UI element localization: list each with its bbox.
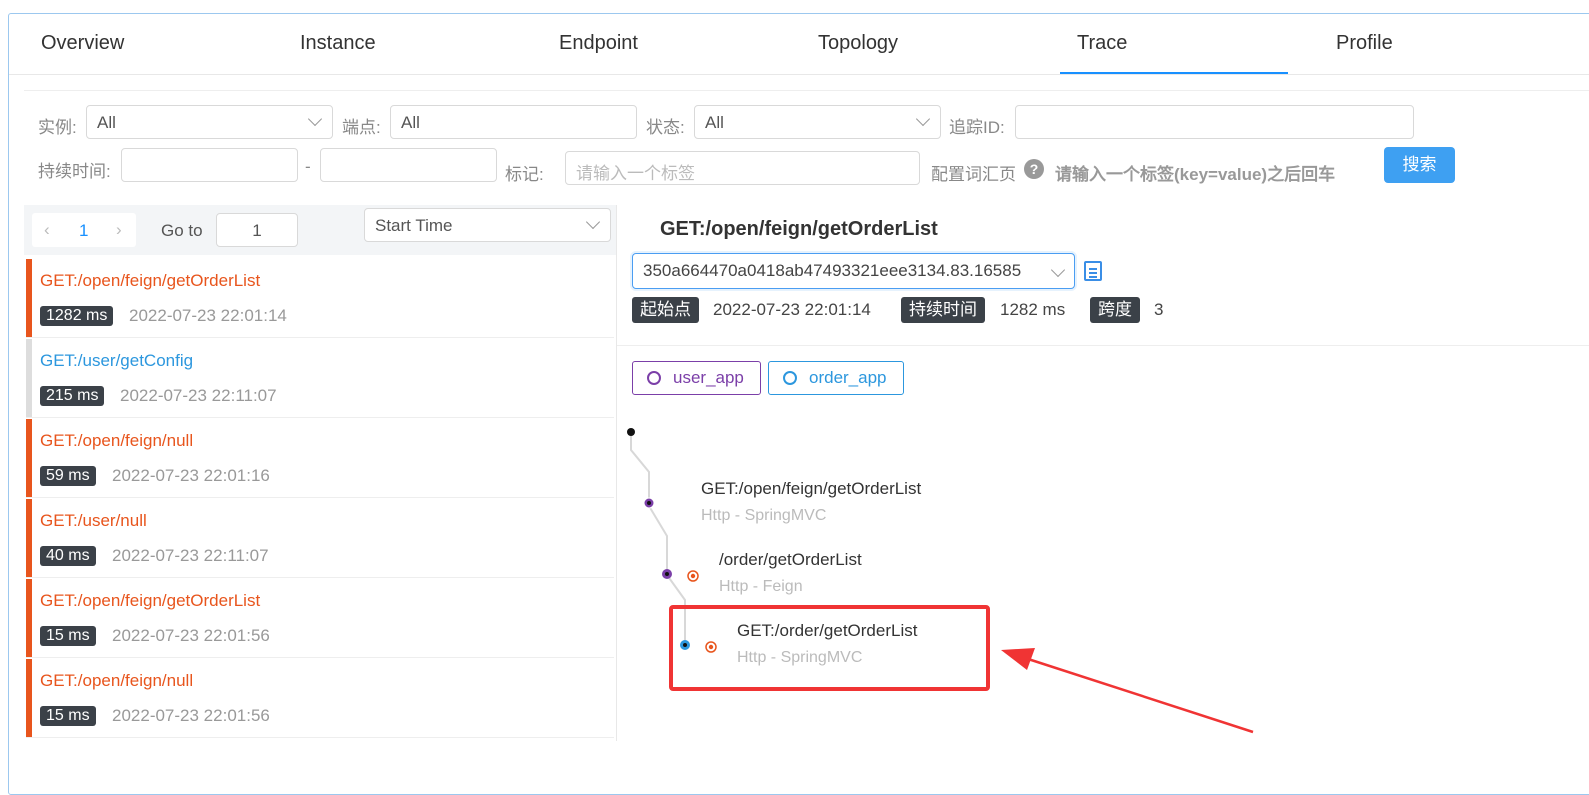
tab-endpoint[interactable]: Endpoint <box>559 32 638 55</box>
annotation-arrow <box>1001 648 1254 734</box>
trace-time: 2022-07-23 22:01:56 <box>112 626 270 645</box>
duration-label: 持续时间: <box>38 162 111 181</box>
search-button[interactable]: 搜索 <box>1384 147 1455 183</box>
prev-page-icon[interactable]: ‹ <box>44 220 50 240</box>
status-bar <box>26 259 32 337</box>
circle-icon <box>783 371 797 385</box>
next-page-icon[interactable]: › <box>116 220 122 240</box>
trace-name: GET:/open/feign/getOrderList <box>40 271 261 290</box>
trace-list-item[interactable]: GET:/open/feign/null 59 ms 2022-07-23 22:0… <box>26 419 614 498</box>
trace-time: 2022-07-23 22:01:56 <box>112 706 270 725</box>
divider <box>617 345 1589 346</box>
status-bar <box>26 339 32 417</box>
nav-tabs: Overview Instance Endpoint Topology Trac… <box>9 14 1589 75</box>
instance-select[interactable]: All <box>86 105 333 139</box>
sort-value: Start Time <box>375 216 453 235</box>
duration-tag: 持续时间 <box>901 297 985 323</box>
duration-min-input[interactable] <box>121 148 298 182</box>
pagination: ‹ 1 › <box>32 213 136 247</box>
trace-time: 2022-07-23 22:01:16 <box>112 466 270 485</box>
span-name[interactable]: /order/getOrderList <box>719 550 862 570</box>
instance-value: All <box>97 113 116 132</box>
span-name[interactable]: GET:/open/feign/getOrderList <box>701 479 921 499</box>
trace-time: 2022-07-23 22:11:07 <box>120 386 277 405</box>
service-name: order_app <box>809 368 887 387</box>
endpoint-input[interactable]: All <box>390 105 637 139</box>
status-select[interactable]: All <box>694 105 941 139</box>
duration-separator: - <box>305 157 311 176</box>
service-legend-order-app[interactable]: order_app <box>768 361 904 395</box>
start-tag: 起始点 <box>632 297 699 323</box>
trace-list-item[interactable]: GET:/open/feign/null 15 ms 2022-07-23 22:0… <box>26 659 614 738</box>
highlight-box <box>669 605 990 691</box>
chevron-down-icon <box>915 111 931 127</box>
chevron-down-icon <box>1050 262 1066 278</box>
trace-name: GET:/open/feign/null <box>40 431 194 450</box>
tab-overview[interactable]: Overview <box>41 32 124 55</box>
tag-placeholder: 请输入一个标签 <box>576 164 695 183</box>
tab-profile[interactable]: Profile <box>1336 32 1393 55</box>
start-value: 2022-07-23 22:01:14 <box>713 300 871 319</box>
trace-select-chevron-bg <box>1045 259 1071 283</box>
trace-list-item[interactable]: GET:/open/feign/getOrderList 1282 ms 2022-… <box>26 259 614 338</box>
status-bar <box>26 579 32 657</box>
trace-id-value: 350a664470a0418ab47493321eee3134.83.1658… <box>643 261 1022 280</box>
goto-input[interactable]: 1 <box>216 213 298 247</box>
span-count-value: 3 <box>1154 300 1164 319</box>
trace-detail-title: GET:/open/feign/getOrderList <box>660 218 938 240</box>
trace-list-item[interactable]: GET:/user/null 40 ms 2022-07-23 22:11:07 <box>26 499 614 578</box>
status-label: 状态: <box>646 118 685 137</box>
root-node <box>627 428 635 436</box>
duration-badge: 15 ms <box>40 626 96 646</box>
instance-label: 实例: <box>38 118 77 137</box>
chevron-down-icon <box>307 111 323 127</box>
tab-topology[interactable]: Topology <box>818 32 898 55</box>
copy-icon[interactable] <box>1084 261 1102 281</box>
duration-badge: 1282 ms <box>40 306 114 326</box>
span-count-tag: 跨度 <box>1090 297 1140 323</box>
trace-time: 2022-07-23 22:11:07 <box>112 546 269 565</box>
duration-badge: 15 ms <box>40 706 96 726</box>
duration-max-input[interactable] <box>320 148 497 182</box>
active-tab-indicator <box>1060 72 1288 74</box>
duration-badge: 215 ms <box>40 386 105 406</box>
trace-name: GET:/user/getConfig <box>40 351 194 370</box>
help-icon[interactable]: ? <box>1024 159 1044 179</box>
circle-icon <box>647 371 661 385</box>
goto-label: Go to <box>161 221 203 240</box>
trace-name: GET:/open/feign/null <box>40 671 194 690</box>
status-bar <box>26 419 32 497</box>
traceid-input[interactable] <box>1015 105 1414 139</box>
config-link[interactable]: 配置词汇页 <box>931 160 1016 185</box>
current-page[interactable]: 1 <box>79 221 88 241</box>
tag-input[interactable]: 请输入一个标签 <box>565 151 920 185</box>
status-bar <box>26 499 32 577</box>
trace-time: 2022-07-23 22:01:14 <box>129 306 287 325</box>
tab-trace[interactable]: Trace <box>1077 32 1127 55</box>
chevron-down-icon <box>585 214 601 230</box>
sort-select[interactable]: Start Time <box>364 208 611 242</box>
endpoint-label: 端点: <box>342 118 381 137</box>
trace-id-select[interactable]: 350a664470a0418ab47493321eee3134.83.1658… <box>632 253 1075 289</box>
traceid-label: 追踪ID: <box>949 118 1005 137</box>
service-name: user_app <box>673 368 744 387</box>
duration-value: 1282 ms <box>1000 300 1066 319</box>
duration-badge: 40 ms <box>40 546 96 566</box>
tab-instance[interactable]: Instance <box>300 32 376 55</box>
duration-badge: 59 ms <box>40 466 96 486</box>
status-bar <box>26 659 32 737</box>
goto-value: 1 <box>252 221 262 240</box>
status-value: All <box>705 113 724 132</box>
tag-hint: 请输入一个标签(key=value)之后回车 <box>1055 165 1336 184</box>
trace-list-item[interactable]: GET:/user/getConfig 215 ms 2022-07-23 22:1… <box>26 339 614 418</box>
pager-bar: ‹ 1 › Go to 1 Start Time <box>24 205 616 255</box>
span-component: Http - SpringMVC <box>701 507 827 524</box>
span-component: Http - Feign <box>719 578 803 595</box>
endpoint-value: All <box>401 113 420 132</box>
trace-name: GET:/open/feign/getOrderList <box>40 591 261 610</box>
trace-name: GET:/user/null <box>40 511 147 530</box>
trace-list-item[interactable]: GET:/open/feign/getOrderList 15 ms 2022-07… <box>26 579 614 658</box>
service-legend-user-app[interactable]: user_app <box>632 361 761 395</box>
tag-label: 标记: <box>505 165 544 184</box>
